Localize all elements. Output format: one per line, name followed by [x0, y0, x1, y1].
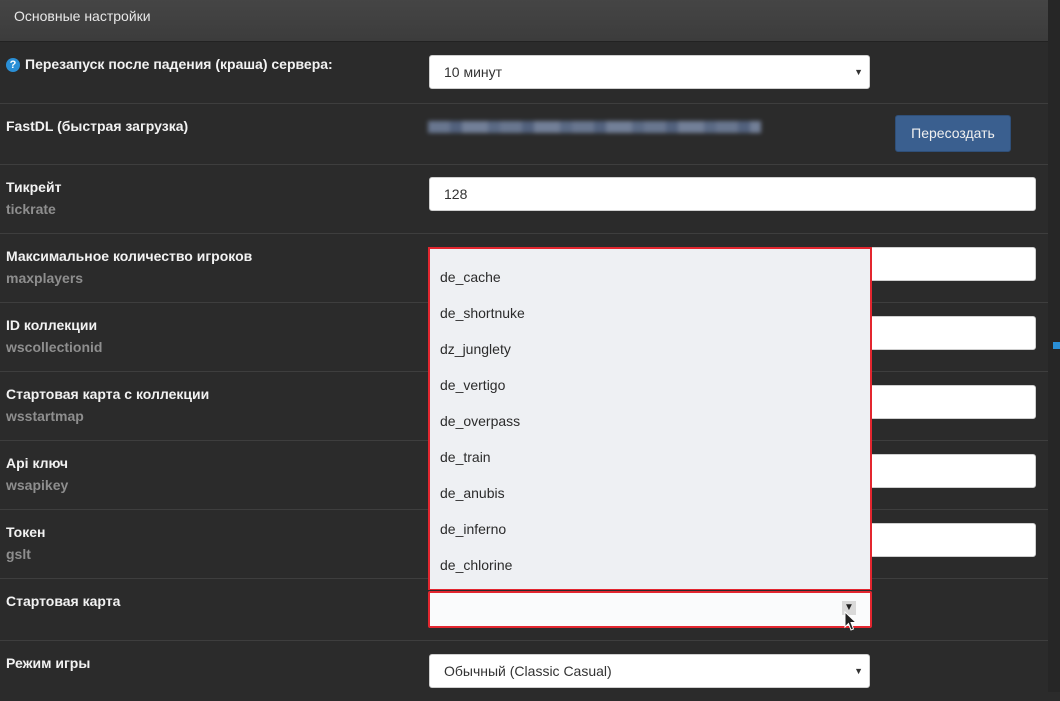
startmap-option[interactable]: dz_junglety	[440, 341, 511, 357]
caret-down-icon: ▼	[854, 67, 863, 77]
setting-key-wsapikey: wsapikey	[6, 477, 69, 493]
setting-label-wsstartmap: Стартовая карта с коллекции	[6, 386, 210, 402]
startmap-option[interactable]: de_vertigo	[440, 377, 505, 393]
setting-label-fastdl: FastDL (быстрая загрузка)	[6, 118, 189, 134]
restart-label-text: Перезапуск после падения (краша) сервера…	[25, 56, 333, 72]
panel-header: Основные настройки	[0, 0, 1048, 42]
startmap-select[interactable]: ▼	[428, 591, 872, 628]
gamemode-select[interactable]: Обычный (Classic Casual) ▼	[429, 654, 870, 688]
setting-key-tickrate: tickrate	[6, 201, 56, 217]
restart-select[interactable]: 10 минут ▼	[429, 55, 870, 89]
startmap-option[interactable]: de_train	[440, 449, 491, 465]
setting-label-tickrate: Тикрейт	[6, 179, 62, 195]
startmap-option[interactable]: de_cache	[440, 269, 501, 285]
startmap-option[interactable]: de_inferno	[440, 521, 506, 537]
setting-key-gslt: gslt	[6, 546, 31, 562]
setting-label-restart: ? Перезапуск после падения (краша) сервер…	[6, 56, 333, 72]
regenerate-button[interactable]: Пересоздать	[895, 115, 1011, 152]
setting-label-gamemode: Режим игры	[6, 655, 91, 671]
help-circle-icon[interactable]: ?	[6, 58, 20, 72]
startmap-option[interactable]: de_shortnuke	[440, 305, 525, 321]
startmap-option[interactable]: de_anubis	[440, 485, 505, 501]
mouse-pointer-icon	[844, 611, 858, 631]
scroll-indicator	[1053, 342, 1060, 349]
setting-label-gslt: Токен	[6, 524, 46, 540]
startmap-option[interactable]: de_overpass	[440, 413, 520, 429]
setting-key-maxplayers: maxplayers	[6, 270, 84, 286]
setting-label-startmap: Стартовая карта	[6, 593, 121, 609]
tickrate-input[interactable]: 128	[429, 177, 1036, 211]
setting-key-wsstartmap: wsstartmap	[6, 408, 84, 424]
setting-label-wscollectionid: ID коллекции	[6, 317, 98, 333]
setting-label-maxplayers: Максимальное количество игроков	[6, 248, 253, 264]
setting-key-wscollectionid: wscollectionid	[6, 339, 103, 355]
fastdl-url-blurred	[428, 121, 761, 133]
tickrate-input-value: 128	[444, 186, 468, 202]
setting-row-fastdl: FastDL (быстрая загрузка)	[0, 104, 1048, 165]
startmap-options-list[interactable]: de_cache de_shortnuke dz_junglety de_ver…	[428, 247, 872, 590]
caret-down-icon: ▼	[854, 666, 863, 676]
panel-title: Основные настройки	[14, 8, 151, 24]
gamemode-select-value: Обычный (Classic Casual)	[444, 663, 612, 679]
startmap-option[interactable]: de_chlorine	[440, 557, 512, 573]
setting-label-wsapikey: Api ключ	[6, 455, 69, 471]
restart-select-value: 10 минут	[444, 64, 503, 80]
